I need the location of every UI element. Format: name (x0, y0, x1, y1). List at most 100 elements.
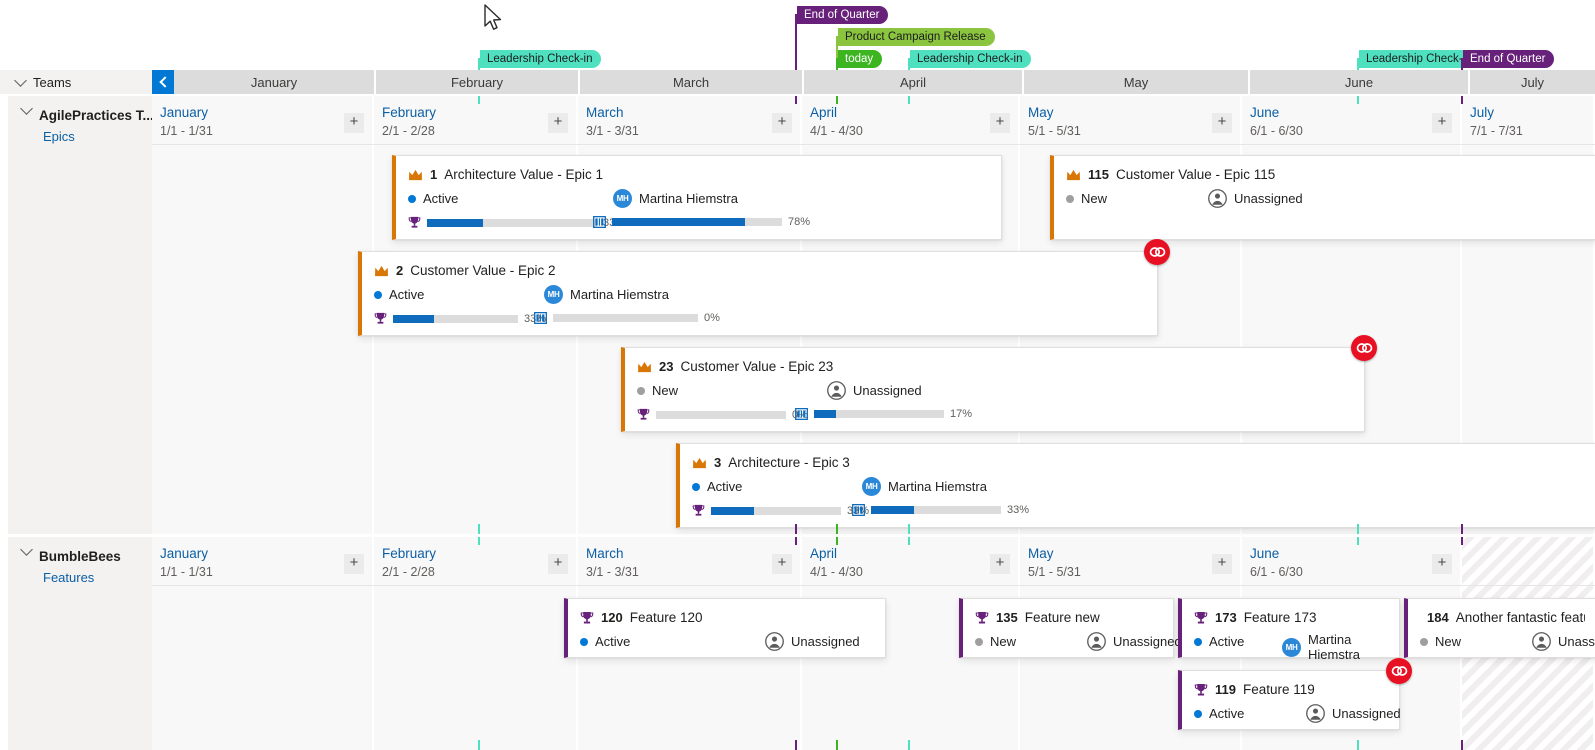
teams-column-header[interactable]: Teams (0, 70, 152, 94)
dependency-link-badge[interactable] (1351, 335, 1377, 361)
team-name[interactable]: BumbleBees (22, 549, 142, 564)
progress-track (393, 315, 518, 323)
milestone-tick (1461, 740, 1463, 750)
add-item-button[interactable]: + (772, 554, 792, 574)
work-item-assignee: MH Martina Hiemstra (544, 285, 669, 304)
month-date-range: 3/1 - 3/31 (586, 565, 639, 579)
work-item-title: Architecture Value - Epic 1 (444, 167, 603, 182)
work-item-card-feature[interactable]: 119 Feature 119 Active Unassigned (1178, 670, 1400, 730)
work-item-title-row: 119 Feature 119 (1194, 682, 1365, 697)
team-side-panel: AgilePractices T... Epics (8, 96, 152, 534)
add-item-button[interactable]: + (1212, 554, 1232, 574)
month-cell-header: March 3/1 - 3/31+ (578, 537, 800, 585)
delivery-plan-view: End of Quarter Product Campaign Release to… (0, 0, 1595, 750)
add-item-button[interactable]: + (548, 113, 568, 133)
milestone-marker-pill[interactable]: End of Quarter (797, 6, 888, 24)
previous-period-button[interactable] (152, 70, 174, 94)
month-name: April (810, 105, 837, 120)
month-name: June (1250, 546, 1279, 561)
milestone-marker-pill[interactable]: Leadership Check-in (910, 50, 1031, 68)
work-item-meta-row: Active MH Martina Hiemstra (692, 479, 1595, 497)
book-icon (534, 312, 547, 324)
work-item-assignee: Unassigned (765, 632, 860, 651)
month-name: March (586, 105, 624, 120)
milestone-marker-pill[interactable]: today (838, 50, 882, 68)
work-item-assignee: Unassigned (1306, 704, 1401, 723)
add-item-button[interactable]: + (1432, 554, 1452, 574)
work-item-meta-row: New Unassigned (1420, 634, 1595, 652)
work-item-progress-bars: 33% 33% (692, 504, 1595, 518)
add-item-button[interactable]: + (772, 113, 792, 133)
month-date-range: 6/1 - 6/30 (1250, 124, 1303, 138)
work-item-title: Customer Value - Epic 2 (410, 263, 555, 278)
link-icon (1149, 245, 1166, 259)
work-item-title: Another fantastic feature (1456, 610, 1585, 625)
progress-percent: 0% (704, 312, 720, 324)
work-item-id: 2 (396, 263, 403, 278)
month-column-january: January 1/1 - 1/31+ (152, 96, 374, 534)
milestone-marker-pill[interactable]: Leadership Check-in (480, 50, 601, 68)
state-dot-icon (1194, 710, 1202, 718)
team-name[interactable]: AgilePractices T... (22, 108, 142, 123)
add-item-button[interactable]: + (344, 113, 364, 133)
month-name: January (160, 105, 208, 120)
work-item-meta-row: New Unassigned (1066, 191, 1595, 209)
work-item-meta-row: Active Unassigned (580, 634, 875, 652)
milestone-tick (908, 537, 910, 545)
unassigned-avatar-icon (765, 632, 784, 651)
state-dot-icon (975, 638, 983, 646)
work-item-meta-row: New Unassigned (975, 634, 1163, 652)
progress-bar-group: 17% (795, 408, 972, 420)
month-header-divider (152, 585, 1595, 586)
work-item-card-epic[interactable]: 3 Architecture - Epic 3 Active MH Martin… (676, 443, 1595, 528)
add-item-button[interactable]: + (548, 554, 568, 574)
progress-track (656, 411, 786, 419)
work-item-card-feature[interactable]: 184 Another fantastic feature New Unassi… (1404, 598, 1595, 658)
chevron-down-icon[interactable] (20, 102, 33, 115)
work-item-progress-bars: 33% 0% (374, 312, 1147, 326)
milestone-tick (908, 740, 910, 750)
milestone-marker-pill[interactable]: Product Campaign Release (838, 28, 995, 46)
assignee-name: Unassigned (1234, 191, 1303, 206)
add-item-button[interactable]: + (990, 113, 1010, 133)
add-item-button[interactable]: + (344, 554, 364, 574)
work-item-card-feature[interactable]: 135 Feature new New Unassigned (959, 598, 1174, 658)
trophy-icon (374, 312, 387, 325)
work-item-title-row: 184 Another fantastic feature (1420, 610, 1585, 625)
teams-label: Teams (33, 75, 71, 90)
work-item-card-epic[interactable]: 2 Customer Value - Epic 2 Active MH Mart… (358, 251, 1158, 336)
milestone-tick (1357, 524, 1359, 534)
unassigned-avatar-icon (1306, 704, 1325, 723)
month-column-february: February 2/1 - 2/28+ (374, 537, 578, 750)
work-item-card-epic[interactable]: 23 Customer Value - Epic 23 New Unassign… (621, 347, 1365, 432)
dependency-link-badge[interactable] (1386, 658, 1412, 684)
work-item-assignee: Unassigned (1532, 632, 1595, 651)
assignee-name: Unassigned (1332, 706, 1401, 721)
add-item-button[interactable]: + (990, 554, 1010, 574)
backlog-level-link[interactable]: Epics (43, 129, 142, 144)
work-item-card-epic[interactable]: 1 Architecture Value - Epic 1 Active MH … (392, 155, 1002, 240)
team-name-label: BumbleBees (39, 549, 121, 564)
avatar (765, 632, 784, 651)
work-item-assignee: MH Martina Hiemstra (1282, 632, 1389, 662)
team-side-panel: BumbleBees Features (8, 537, 152, 750)
month-cell-header: May 5/1 - 5/31+ (1020, 96, 1240, 144)
add-item-button[interactable]: + (1432, 113, 1452, 133)
state-label: New (652, 383, 678, 398)
month-name: June (1250, 105, 1279, 120)
backlog-level-link[interactable]: Features (43, 570, 142, 585)
work-item-id: 115 (1088, 167, 1109, 182)
unassigned-avatar-icon (1532, 632, 1551, 651)
dependency-link-badge[interactable] (1144, 239, 1170, 265)
add-item-button[interactable]: + (1212, 113, 1232, 133)
milestone-marker-pill[interactable]: End of Quarter (1463, 50, 1554, 68)
work-item-card-epic[interactable]: 115 Customer Value - Epic 115 New Unassi… (1050, 155, 1595, 240)
work-item-meta-row: Active MH Martina Hiemstra (408, 191, 991, 209)
work-item-card-feature[interactable]: 173 Feature 173 Active MH Martina Hiemst… (1178, 598, 1400, 658)
milestone-tick (478, 96, 480, 104)
chevron-down-icon[interactable] (20, 543, 33, 556)
work-item-card-feature[interactable]: 120 Feature 120 Active Unassigned (564, 598, 886, 658)
work-item-title-row: 3 Architecture - Epic 3 (692, 455, 1579, 470)
timeline-month-header-june: June (1250, 70, 1468, 94)
month-column-january: January 1/1 - 1/31+ (152, 537, 374, 750)
